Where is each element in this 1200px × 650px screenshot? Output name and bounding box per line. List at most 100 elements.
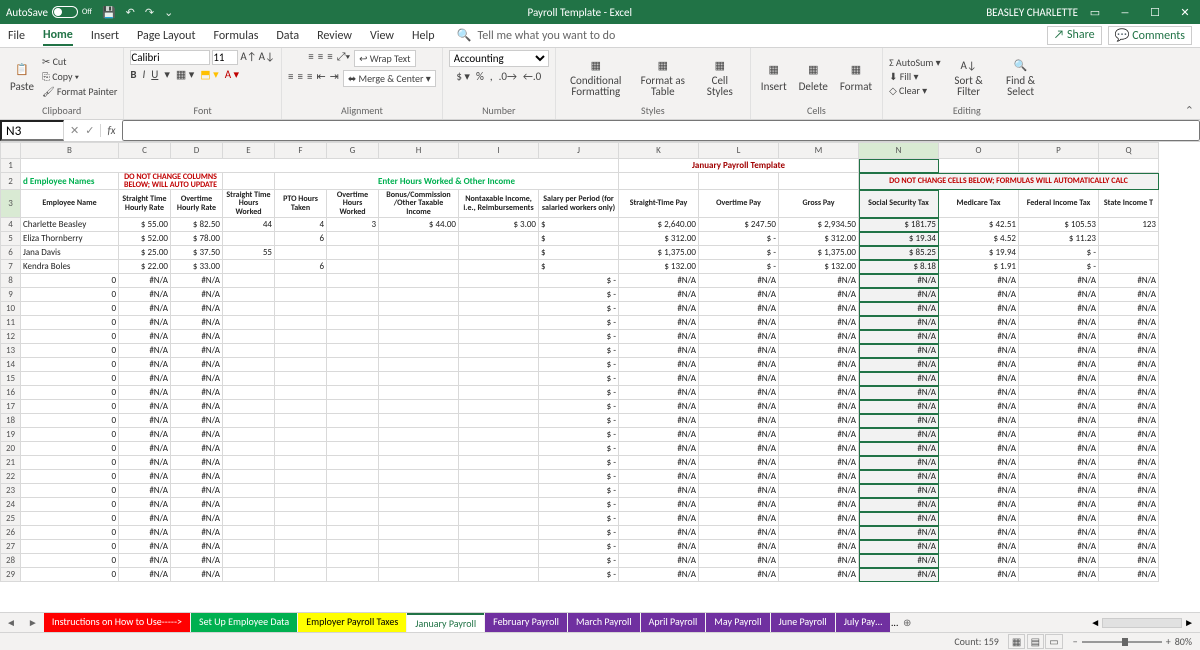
cell[interactable]: #N/A bbox=[859, 400, 939, 414]
cell[interactable]: #N/A bbox=[939, 400, 1019, 414]
cell[interactable]: $ 25.00 bbox=[119, 246, 171, 260]
autosave-toggle[interactable]: AutoSave Off bbox=[6, 6, 92, 19]
cell[interactable]: $ 3.00 bbox=[459, 218, 539, 232]
emp-name[interactable]: Eliza Thornberry bbox=[21, 232, 119, 246]
cell[interactable] bbox=[275, 386, 327, 400]
cell[interactable]: $ - bbox=[539, 344, 619, 358]
row-header-28[interactable]: 28 bbox=[1, 554, 21, 568]
cell[interactable]: #N/A bbox=[619, 456, 699, 470]
cell[interactable]: $ - bbox=[539, 540, 619, 554]
close-icon[interactable]: ✕ bbox=[1176, 6, 1194, 19]
cell[interactable] bbox=[459, 316, 539, 330]
cell[interactable]: #N/A bbox=[779, 470, 859, 484]
cell[interactable] bbox=[275, 568, 327, 582]
cell[interactable]: #N/A bbox=[171, 568, 223, 582]
sheet-tab-july-pay-[interactable]: July Pay… bbox=[836, 613, 891, 632]
row-header-8[interactable]: 8 bbox=[1, 274, 21, 288]
header-D[interactable]: Overtime Hourly Rate bbox=[171, 190, 223, 218]
tab-file[interactable]: File bbox=[8, 27, 25, 45]
cell[interactable] bbox=[459, 470, 539, 484]
cell[interactable]: #N/A bbox=[619, 288, 699, 302]
cell[interactable]: 0 bbox=[21, 512, 119, 526]
cell[interactable]: #N/A bbox=[1099, 512, 1159, 526]
cell[interactable] bbox=[327, 232, 379, 246]
row-header-3[interactable]: 3 bbox=[1, 190, 21, 218]
cell[interactable]: #N/A bbox=[779, 540, 859, 554]
cell[interactable]: #N/A bbox=[939, 442, 1019, 456]
cell[interactable]: $ 132.00 bbox=[619, 260, 699, 274]
cell[interactable] bbox=[459, 288, 539, 302]
cell[interactable] bbox=[379, 302, 459, 316]
cell[interactable]: $ bbox=[539, 246, 619, 260]
cell[interactable]: $ - bbox=[539, 372, 619, 386]
cell[interactable]: $ 8.18 bbox=[859, 260, 939, 274]
header-M[interactable]: Gross Pay bbox=[779, 190, 859, 218]
cell[interactable]: #N/A bbox=[859, 470, 939, 484]
cell[interactable] bbox=[275, 344, 327, 358]
cell[interactable]: 6 bbox=[275, 232, 327, 246]
cell[interactable] bbox=[327, 372, 379, 386]
cell[interactable] bbox=[379, 442, 459, 456]
cell[interactable]: #N/A bbox=[119, 442, 171, 456]
cell[interactable]: $ - bbox=[539, 358, 619, 372]
cell[interactable]: #N/A bbox=[119, 344, 171, 358]
cell[interactable]: #N/A bbox=[859, 498, 939, 512]
sheet-tab-may-payroll[interactable]: May Payroll bbox=[706, 613, 769, 632]
cell[interactable]: #N/A bbox=[699, 428, 779, 442]
cell[interactable] bbox=[275, 442, 327, 456]
cell[interactable]: #N/A bbox=[699, 470, 779, 484]
cell[interactable]: #N/A bbox=[939, 554, 1019, 568]
cell[interactable]: $ 312.00 bbox=[619, 232, 699, 246]
cell[interactable]: #N/A bbox=[939, 414, 1019, 428]
cell[interactable] bbox=[379, 316, 459, 330]
tab-page-layout[interactable]: Page Layout bbox=[137, 27, 195, 45]
indent-left-icon[interactable]: ⇤ bbox=[316, 70, 325, 87]
cell[interactable]: 0 bbox=[21, 288, 119, 302]
cell[interactable]: #N/A bbox=[171, 456, 223, 470]
cell[interactable]: $ 44.00 bbox=[379, 218, 459, 232]
sheet-tab-january-payroll[interactable]: January Payroll bbox=[407, 613, 484, 632]
fx-icon[interactable]: fx bbox=[101, 124, 121, 137]
cell[interactable]: #N/A bbox=[699, 456, 779, 470]
font-name-input[interactable] bbox=[130, 50, 210, 65]
cell[interactable]: $ 78.00 bbox=[171, 232, 223, 246]
cell[interactable] bbox=[327, 288, 379, 302]
row-header-9[interactable]: 9 bbox=[1, 288, 21, 302]
cell[interactable]: $ - bbox=[539, 386, 619, 400]
cell[interactable]: #N/A bbox=[1019, 358, 1099, 372]
row-header-10[interactable]: 10 bbox=[1, 302, 21, 316]
cell-styles-button[interactable]: ▦Cell Styles bbox=[696, 54, 744, 99]
cell[interactable]: #N/A bbox=[1019, 400, 1099, 414]
cell[interactable] bbox=[327, 344, 379, 358]
cell[interactable]: #N/A bbox=[171, 344, 223, 358]
cell[interactable] bbox=[1099, 246, 1159, 260]
cell[interactable]: $ 19.94 bbox=[939, 246, 1019, 260]
row-header-23[interactable]: 23 bbox=[1, 484, 21, 498]
cell[interactable]: $ 247.50 bbox=[699, 218, 779, 232]
tab-home[interactable]: Home bbox=[43, 26, 73, 46]
cell[interactable]: #N/A bbox=[1099, 400, 1159, 414]
percent-button[interactable]: % bbox=[476, 70, 484, 83]
cell[interactable] bbox=[275, 428, 327, 442]
cell[interactable]: #N/A bbox=[1099, 372, 1159, 386]
cell[interactable]: #N/A bbox=[1019, 330, 1099, 344]
redo-icon[interactable]: ↷ bbox=[145, 6, 154, 19]
sheet-overflow-icon[interactable]: … bbox=[891, 616, 898, 629]
row-header-14[interactable]: 14 bbox=[1, 358, 21, 372]
cell[interactable] bbox=[327, 260, 379, 274]
cell[interactable]: $ - bbox=[699, 246, 779, 260]
cell[interactable]: #N/A bbox=[779, 274, 859, 288]
comma-button[interactable]: , bbox=[490, 70, 493, 83]
cell[interactable]: #N/A bbox=[939, 330, 1019, 344]
cell[interactable]: #N/A bbox=[1099, 344, 1159, 358]
cell[interactable]: #N/A bbox=[779, 442, 859, 456]
sheet-tab-june-payroll[interactable]: June Payroll bbox=[771, 613, 835, 632]
cell[interactable]: #N/A bbox=[1019, 442, 1099, 456]
scroll-left-icon[interactable]: ◄ bbox=[1090, 616, 1100, 629]
select-all-corner[interactable] bbox=[1, 143, 21, 159]
cell[interactable] bbox=[379, 386, 459, 400]
cell[interactable]: $ - bbox=[539, 400, 619, 414]
cell[interactable] bbox=[379, 246, 459, 260]
tab-help[interactable]: Help bbox=[412, 27, 435, 45]
cell[interactable]: #N/A bbox=[699, 498, 779, 512]
